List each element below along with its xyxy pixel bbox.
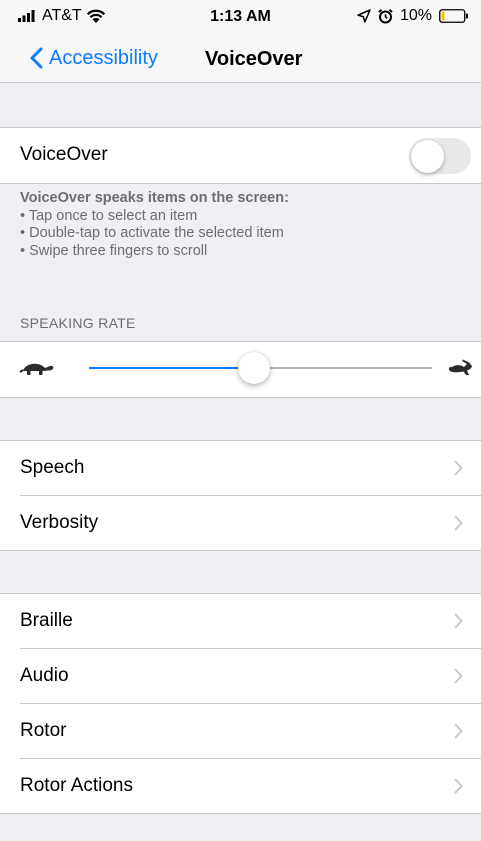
status-bar: AT&T 1:13 AM 10% (0, 0, 481, 36)
slider-track-empty (253, 367, 432, 369)
chevron-right-icon (454, 613, 463, 629)
alarm-clock-icon (378, 8, 393, 23)
location-arrow-icon (357, 9, 371, 23)
navigation-bar: Accessibility VoiceOver (0, 36, 481, 83)
back-button-label: Accessibility (49, 46, 158, 69)
menu-row-label: Rotor Actions (20, 775, 133, 796)
menu-row-label: Verbosity (20, 512, 99, 533)
page-title: VoiceOver (205, 48, 303, 70)
voiceover-toggle[interactable] (409, 138, 471, 174)
separator (0, 183, 481, 184)
description-heading: VoiceOver speaks items on the screen: (20, 190, 289, 206)
menu-row-braille[interactable]: Braille (0, 594, 481, 649)
chevron-right-icon (454, 460, 463, 476)
menu-row-audio[interactable]: Audio (0, 649, 481, 704)
separator (0, 397, 481, 398)
battery-icon (439, 9, 468, 23)
chevron-right-icon (454, 723, 463, 739)
chevron-right-icon (454, 778, 463, 794)
description-bullet: • Tap once to select an item (20, 207, 198, 224)
menu-row-rotor-actions[interactable]: Rotor Actions (0, 759, 481, 814)
turtle-icon (19, 363, 54, 375)
menu-row-verbosity[interactable]: Verbosity (0, 496, 481, 551)
back-button[interactable]: Accessibility (30, 43, 158, 73)
speaking-rate-header: SPEAKING RATE (20, 315, 136, 331)
menu-row-rotor[interactable]: Rotor (0, 704, 481, 759)
menu-row-label: Rotor (20, 720, 67, 741)
slider-track-filled (89, 367, 254, 369)
voiceover-label: VoiceOver (20, 144, 108, 165)
menu-row-speech[interactable]: Speech (0, 441, 481, 496)
toggle-knob (410, 139, 444, 173)
hare-icon (449, 359, 472, 375)
menu-row-label: Braille (20, 610, 73, 631)
menu-row-label: Speech (20, 457, 85, 478)
menu-row-label: Audio (20, 665, 69, 686)
separator (0, 813, 481, 814)
speaking-rate-slider-thumb[interactable] (237, 352, 270, 384)
battery-percent: 10% (399, 7, 432, 24)
chevron-right-icon (454, 668, 463, 684)
voiceover-description: VoiceOver speaks items on the screen: • … (20, 190, 460, 260)
chevron-left-icon (30, 47, 43, 69)
separator (0, 550, 481, 551)
description-bullet: • Double-tap to activate the selected it… (20, 225, 284, 241)
description-bullet: • Swipe three fingers to scroll (20, 242, 208, 259)
status-right: 10% (357, 7, 469, 25)
chevron-right-icon (454, 515, 463, 531)
